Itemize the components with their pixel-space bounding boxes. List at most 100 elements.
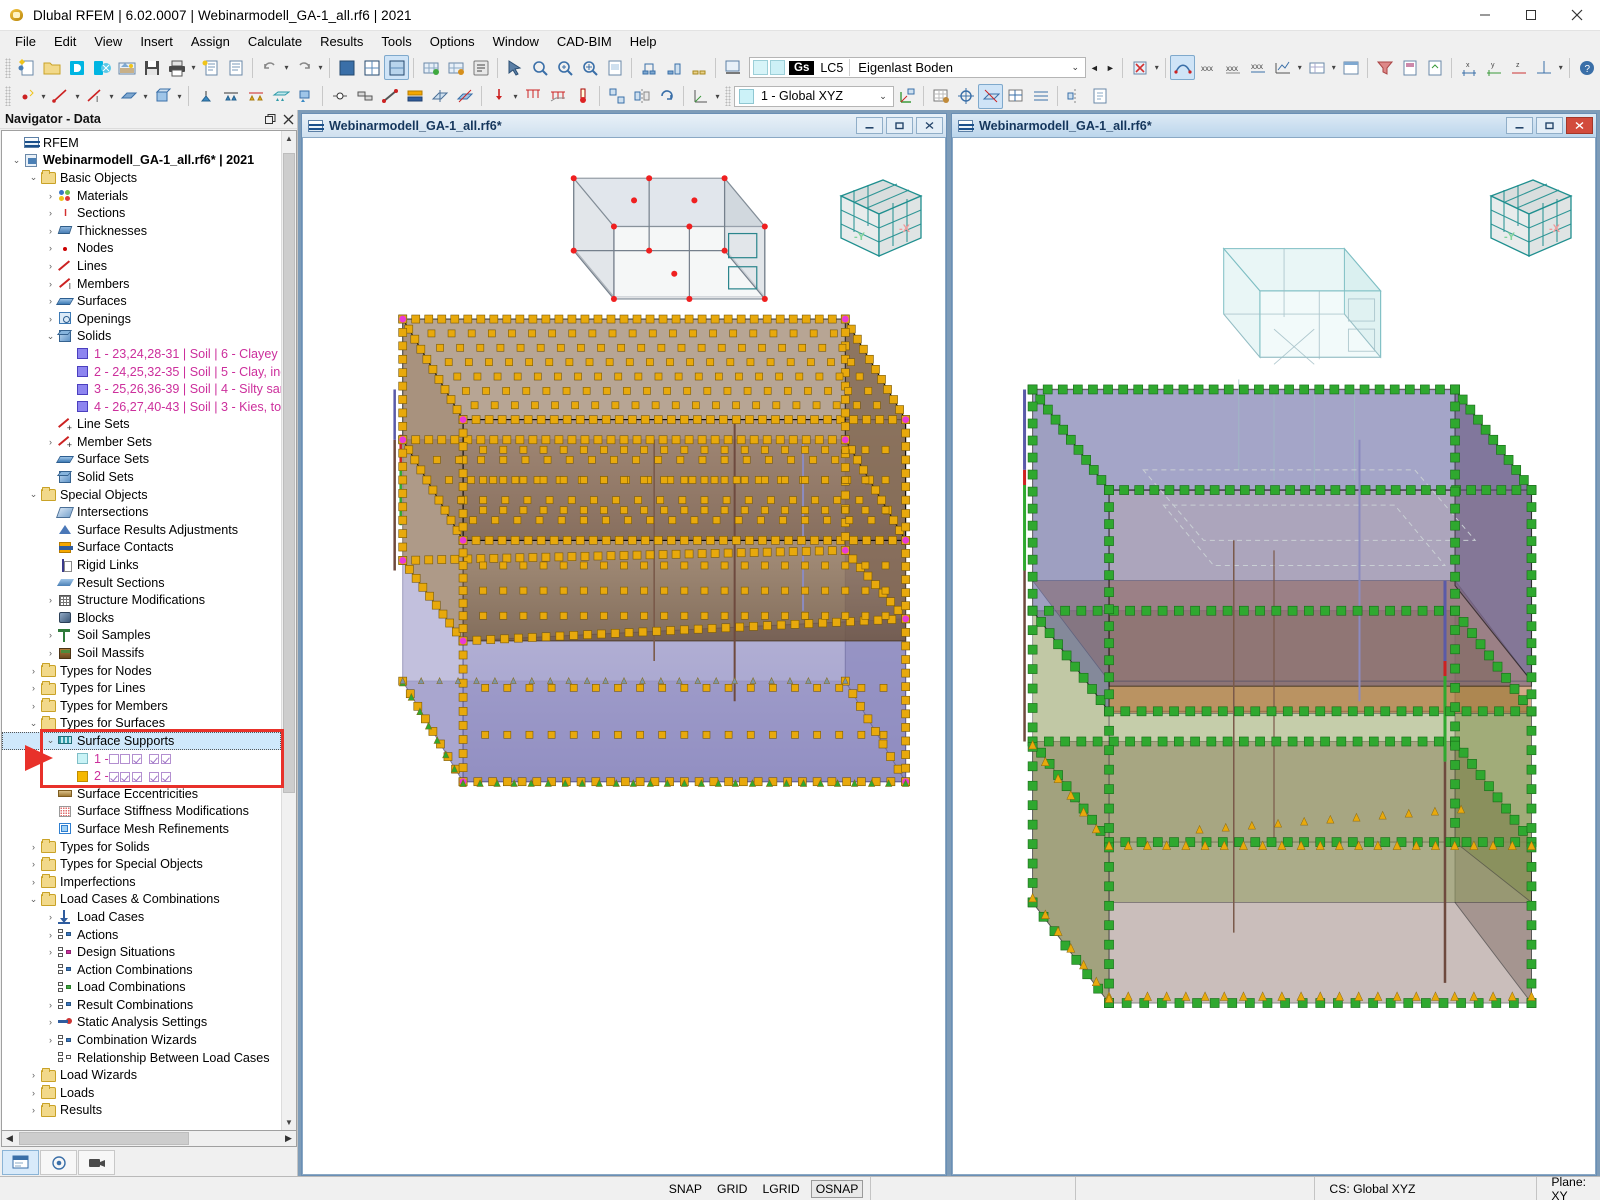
new-model-icon[interactable] — [14, 55, 39, 80]
new-node-dropdown-icon[interactable]: ▾ — [39, 84, 48, 109]
view-mode-icon[interactable] — [636, 55, 661, 80]
tree-item-types-for-solids[interactable]: › Types for Solids — [2, 838, 281, 856]
tree-item-surface-contacts[interactable]: Surface Contacts — [2, 539, 281, 557]
menu-edit[interactable]: Edit — [45, 31, 85, 53]
show-xxx-results-3-icon[interactable]: xxx — [1245, 55, 1270, 80]
navigator-data-tab-button[interactable] — [2, 1150, 39, 1175]
tree-item-rigid-links[interactable]: Rigid Links — [2, 556, 281, 574]
menu-options[interactable]: Options — [421, 31, 484, 53]
tree-expander-icon[interactable]: › — [44, 208, 57, 218]
tree-item-special-objects[interactable]: ⌄ Special Objects — [2, 486, 281, 504]
menu-calculate[interactable]: Calculate — [239, 31, 311, 53]
tree-expander-icon[interactable]: › — [44, 243, 57, 253]
tree-item-2[interactable]: 2 - — [2, 767, 281, 785]
tree-item-members[interactable]: › Members — [2, 275, 281, 293]
show-deformation-icon[interactable] — [1170, 55, 1196, 80]
delete-results-dropdown-icon[interactable]: ▾ — [1152, 55, 1161, 80]
work-plane-icon[interactable] — [978, 83, 1003, 109]
tree-expander-icon[interactable]: › — [44, 930, 57, 940]
support-checkbox-5[interactable] — [160, 754, 171, 765]
visibility-icon[interactable] — [686, 55, 711, 80]
new-member-dropdown-icon[interactable]: ▾ — [107, 84, 116, 109]
viewport-window-left[interactable]: Webinarmodell_GA-1_all.rf6* -Y -X — [301, 113, 947, 1176]
load-case-dropdown-icon[interactable]: ⌄ — [1065, 62, 1085, 73]
solid-support-icon[interactable] — [293, 84, 318, 109]
copy-array-icon[interactable] — [604, 84, 629, 109]
support-checkbox-4[interactable] — [149, 771, 160, 782]
tree-expander-icon[interactable]: ⌄ — [27, 894, 40, 905]
tree-item-types-for-lines[interactable]: › Types for Lines — [2, 679, 281, 697]
tree-expander-icon[interactable]: › — [44, 947, 57, 957]
tree-item-combination-wizards[interactable]: › Combination Wizards — [2, 1031, 281, 1049]
menu-window[interactable]: Window — [484, 31, 548, 53]
tree-item-surface-stiffness-modifications[interactable]: Surface Stiffness Modifications — [2, 803, 281, 821]
tree-item-surfaces[interactable]: › Surfaces — [2, 292, 281, 310]
coordinate-system-dropdown-icon[interactable]: ▾ — [713, 84, 722, 109]
tree-item-soil-samples[interactable]: › Soil Samples — [2, 627, 281, 645]
new-line-icon[interactable] — [48, 84, 73, 109]
hscroll-right-icon[interactable]: ▶ — [281, 1133, 296, 1144]
hinge-icon[interactable] — [327, 84, 352, 109]
result-diagram-dropdown-icon[interactable]: ▾ — [1295, 55, 1304, 80]
dlubal-cloud-icon[interactable] — [89, 55, 114, 80]
delete-results-icon[interactable] — [1127, 55, 1152, 80]
tree-item-result-sections[interactable]: Result Sections — [2, 574, 281, 592]
print-report-icon[interactable] — [1397, 55, 1422, 80]
render-solid-icon[interactable] — [334, 55, 359, 80]
scroll-down-icon[interactable]: ▼ — [282, 1115, 296, 1130]
tree-expander-icon[interactable]: › — [27, 666, 40, 676]
tree-expander-icon[interactable]: ⌄ — [44, 331, 57, 342]
tree-item-openings[interactable]: › Openings — [2, 310, 281, 328]
window-minimize-button[interactable] — [1462, 0, 1508, 31]
render-transparent-icon[interactable] — [384, 55, 409, 80]
tree-expander-icon[interactable]: ⌄ — [27, 172, 40, 183]
help-toolbar-icon[interactable]: ? — [1574, 55, 1599, 80]
surface-support-icon[interactable] — [268, 84, 293, 109]
mesh-settings-icon[interactable] — [443, 55, 468, 80]
tree-expander-icon[interactable]: › — [44, 1035, 57, 1045]
save-icon[interactable] — [139, 55, 164, 80]
tree-item-types-for-members[interactable]: › Types for Members — [2, 697, 281, 715]
support-checkbox-group[interactable] — [108, 769, 173, 783]
tree-item-sections[interactable]: › I Sections — [2, 204, 281, 222]
new-solid-dropdown-icon[interactable]: ▾ — [175, 84, 184, 109]
menu-assign[interactable]: Assign — [182, 31, 239, 53]
viewport-left-minimize-button[interactable] — [856, 117, 883, 134]
viewport-right-title-bar[interactable]: Webinarmodell_GA-1_all.rf6* — [952, 114, 1596, 137]
tree-expander-icon[interactable]: ⌄ — [27, 489, 40, 500]
support-checkbox-3[interactable] — [131, 754, 142, 765]
menu-results[interactable]: Results — [311, 31, 372, 53]
new-surface-dropdown-icon[interactable]: ▾ — [141, 84, 150, 109]
tree-item-solids[interactable]: ⌄ Solids — [2, 328, 281, 346]
navigator-horizontal-scrollbar[interactable]: ◀ ▶ — [1, 1131, 297, 1147]
support-checkbox-2[interactable] — [120, 754, 131, 765]
navigator-display-tab-button[interactable] — [40, 1150, 77, 1175]
menu-insert[interactable]: Insert — [131, 31, 182, 53]
intersection-icon[interactable] — [427, 84, 452, 109]
load-case-selector[interactable]: Gs LC5 Eigenlast Boden ⌄ — [749, 57, 1087, 78]
pan-view-icon[interactable] — [577, 55, 602, 80]
tree-expander-icon[interactable]: › — [44, 1000, 57, 1010]
navigator-close-button[interactable] — [279, 111, 297, 128]
hscroll-left-icon[interactable]: ◀ — [2, 1133, 17, 1144]
tree-expander-icon[interactable]: › — [27, 1088, 40, 1098]
tree-expander-icon[interactable]: › — [27, 1070, 40, 1080]
toolbar-grip-2[interactable] — [5, 86, 11, 106]
tree-item-webinarmodell-ga-1-all-rf6-2021[interactable]: ⌄ Webinarmodell_GA-1_all.rf6* | 2021 — [2, 152, 281, 170]
tree-item-surface-results-adjustments[interactable]: Surface Results Adjustments — [2, 521, 281, 539]
viewport-left-canvas[interactable]: -Y -X — [302, 137, 946, 1175]
support-checkbox-3[interactable] — [131, 771, 142, 782]
navigator-undock-button[interactable] — [261, 111, 279, 128]
tree-expander-icon[interactable]: › — [27, 701, 40, 711]
print-icon[interactable] — [164, 55, 189, 80]
support-checkbox-2[interactable] — [120, 771, 131, 782]
section-cut-icon[interactable] — [661, 55, 686, 80]
member-support-icon[interactable] — [243, 84, 268, 109]
tree-item-3-25-26-36-39-soil-4-silty-sand-s[interactable]: 3 - 25,26,36-39 | Soil | 4 - Silty sand,… — [2, 380, 281, 398]
tree-item-types-for-nodes[interactable]: › Types for Nodes — [2, 662, 281, 680]
scroll-up-icon[interactable]: ▲ — [282, 131, 296, 146]
tree-item-result-combinations[interactable]: › Result Combinations — [2, 996, 281, 1014]
dimension-dropdown-icon[interactable]: ▾ — [1556, 55, 1565, 80]
load-case-prev-button[interactable]: ◄ — [1086, 57, 1102, 78]
surface-contact-icon[interactable] — [402, 84, 427, 109]
